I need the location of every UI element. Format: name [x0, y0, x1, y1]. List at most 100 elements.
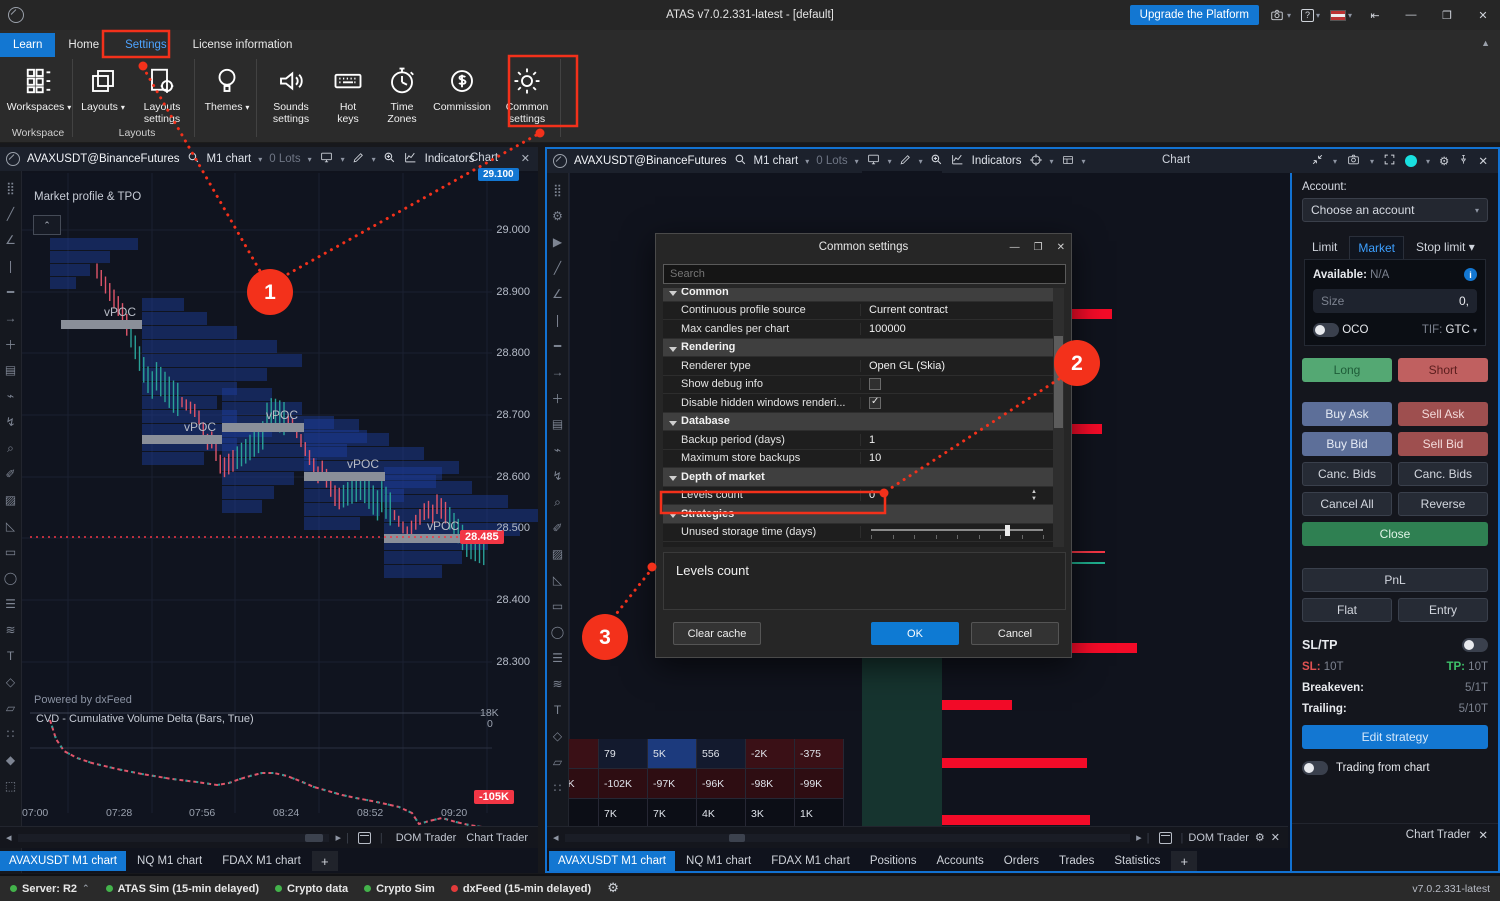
dom-row[interactable]: 2K28.310	[862, 746, 1290, 758]
upgrade-platform-button[interactable]: Upgrade the Platform	[1130, 5, 1259, 25]
tif-value[interactable]: GTC	[1446, 324, 1470, 336]
zoom-in-icon[interactable]	[930, 153, 943, 169]
tool-icon-3[interactable]: ╱	[547, 255, 568, 281]
lots-selector[interactable]: 0 Lots	[816, 155, 847, 167]
tool-icon-15[interactable]: ◺	[547, 567, 568, 593]
timeframe-selector[interactable]: M1 chart	[754, 155, 799, 167]
settings-search-input[interactable]	[663, 264, 1066, 284]
tab-nq-m1-chart[interactable]: NQ M1 chart	[677, 851, 760, 871]
dom-row[interactable]: 1K28.290	[862, 769, 1290, 781]
dom-row[interactable]: 68928.330	[862, 723, 1290, 735]
size-input[interactable]: Size 0,	[1313, 289, 1477, 313]
crosshair-icon[interactable]	[1029, 153, 1043, 170]
tool-icon-2[interactable]: ∠	[0, 227, 21, 253]
screenshot-button[interactable]: ▾	[1269, 8, 1291, 22]
tool-icon-12[interactable]: ▨	[0, 487, 21, 513]
slider-control[interactable]	[871, 525, 1043, 539]
dialog-maximize-icon[interactable]: ❐	[1034, 242, 1043, 253]
sltp-toggle[interactable]	[1462, 638, 1488, 652]
restore-button[interactable]: ❐	[1434, 9, 1460, 22]
tool-icon-9[interactable]: ↯	[0, 409, 21, 435]
long-button[interactable]: Long	[1302, 358, 1392, 382]
checkbox[interactable]	[869, 378, 881, 390]
pnl-button[interactable]: PnL	[1302, 568, 1488, 592]
account-select[interactable]: Choose an account▾	[1302, 198, 1488, 222]
help-button[interactable]: ?▾	[1301, 9, 1320, 22]
settings-row[interactable]: Maximum store backups10	[663, 450, 1053, 469]
status-item[interactable]: Crypto Sim	[364, 883, 435, 895]
order-tab-stop-limit[interactable]: Stop limit ▾	[1408, 236, 1483, 259]
status-item[interactable]: Crypto data	[275, 883, 348, 895]
tool-icon-10[interactable]: ⌕	[0, 435, 21, 461]
chart-trader-tab[interactable]: Chart Trader	[1406, 829, 1471, 841]
tool-icon-21[interactable]: ∷	[0, 721, 21, 747]
status-item[interactable]: ATAS Sim (15-min delayed)	[106, 883, 259, 895]
setting-value[interactable]: 1	[861, 434, 1053, 446]
settings-row[interactable]: Levels count0▲▼	[663, 487, 1053, 506]
settings-row[interactable]: Max candles per chart100000	[663, 320, 1053, 339]
monitor-icon[interactable]	[319, 151, 334, 167]
close-position-button[interactable]: Close	[1302, 522, 1488, 546]
tab-trades[interactable]: Trades	[1050, 851, 1103, 871]
tool-icon-13[interactable]: ✐	[547, 515, 568, 541]
tool-icon-15[interactable]: ◯	[0, 565, 21, 591]
ribbon-item-hot-keys[interactable]: Hotkeys	[322, 61, 374, 139]
dialog-close-icon[interactable]: ✕	[1057, 242, 1065, 253]
entry-button[interactable]: Entry	[1398, 598, 1488, 622]
dom-row[interactable]: 91928.260	[862, 804, 1290, 816]
search-icon[interactable]	[734, 153, 747, 169]
dom-row[interactable]: 28.810	[862, 171, 1290, 183]
h-scrollbar[interactable]	[18, 834, 330, 842]
dom-row[interactable]: 5K28.270	[862, 792, 1290, 804]
sell-ask-button[interactable]: Sell Ask	[1398, 402, 1488, 426]
draw-pencil-icon[interactable]	[352, 151, 365, 167]
cancel-bids-right-button[interactable]: Canc. Bids	[1398, 462, 1488, 486]
ribbon-item-sounds-settings[interactable]: Soundssettings	[260, 61, 322, 139]
menu-tab-settings[interactable]: Settings	[112, 33, 180, 57]
tool-icon-10[interactable]: ⌁	[547, 437, 568, 463]
add-tab-button[interactable]: +	[1171, 851, 1197, 871]
tab-fdax-m1-chart[interactable]: FDAX M1 chart	[213, 851, 310, 871]
ribbon-item-time-zones[interactable]: TimeZones	[374, 61, 430, 139]
tool-icon-23[interactable]: ⬚	[0, 773, 21, 799]
dom-row[interactable]: 2K28.300	[862, 758, 1290, 770]
tool-icon-1[interactable]: ⚙	[547, 203, 568, 229]
setting-value[interactable]: Open GL (Skia)	[861, 360, 1053, 372]
status-item[interactable]: Server: R2⌃	[10, 883, 90, 895]
tool-icon-8[interactable]: ⌁	[0, 383, 21, 409]
collapse-ribbon-icon[interactable]: ▲	[1481, 38, 1490, 48]
dialog-minimize-icon[interactable]: —	[1010, 242, 1020, 253]
tool-icon-7[interactable]: →	[547, 359, 568, 385]
tool-icon-0[interactable]: ⣿	[0, 175, 21, 201]
tool-icon-7[interactable]: ▤	[0, 357, 21, 383]
tool-icon-21[interactable]: ◇	[547, 723, 568, 749]
gear-icon[interactable]: ⚙	[1255, 831, 1265, 844]
chart-trader-link[interactable]: Chart Trader	[464, 832, 538, 844]
edit-strategy-button[interactable]: Edit strategy	[1302, 725, 1488, 749]
indicators-button[interactable]: Indicators	[425, 153, 475, 165]
tool-icon-6[interactable]: ＋	[0, 331, 21, 357]
menu-tab-license-information[interactable]: License information	[180, 33, 306, 57]
tool-icon-14[interactable]: ▭	[0, 539, 21, 565]
dom-trader-tab[interactable]: DOM Trader	[1188, 832, 1249, 844]
calendar-icon[interactable]	[1159, 832, 1172, 844]
oco-toggle[interactable]	[1313, 323, 1339, 337]
tab-orders[interactable]: Orders	[995, 851, 1048, 871]
settings-row[interactable]: Disable hidden windows renderi...	[663, 394, 1053, 413]
dialog-scrollbar[interactable]	[1053, 288, 1064, 547]
gear-icon[interactable]: ⚙	[1439, 154, 1449, 168]
dom-row[interactable]: 28.780	[862, 206, 1290, 218]
settings-row[interactable]: Unused storage time (days)	[663, 524, 1053, 543]
instrument-name[interactable]: AVAXUSDT@BinanceFutures	[27, 153, 180, 165]
dom-row[interactable]: 28.770	[862, 217, 1290, 229]
dom-row[interactable]: 1K28.350	[862, 700, 1290, 712]
dom-row[interactable]: 2K28.360	[862, 689, 1290, 701]
tool-icon-12[interactable]: ⌕	[547, 489, 568, 515]
tool-icon-4[interactable]: ━	[0, 279, 21, 305]
monitor-icon[interactable]	[866, 153, 881, 169]
tab-accounts[interactable]: Accounts	[927, 851, 992, 871]
scroll-right-icon[interactable]: ▸	[1136, 831, 1142, 844]
draw-pencil-icon[interactable]	[899, 153, 912, 169]
close-dom-trader-icon[interactable]: ✕	[1271, 831, 1280, 844]
tab-statistics[interactable]: Statistics	[1105, 851, 1169, 871]
